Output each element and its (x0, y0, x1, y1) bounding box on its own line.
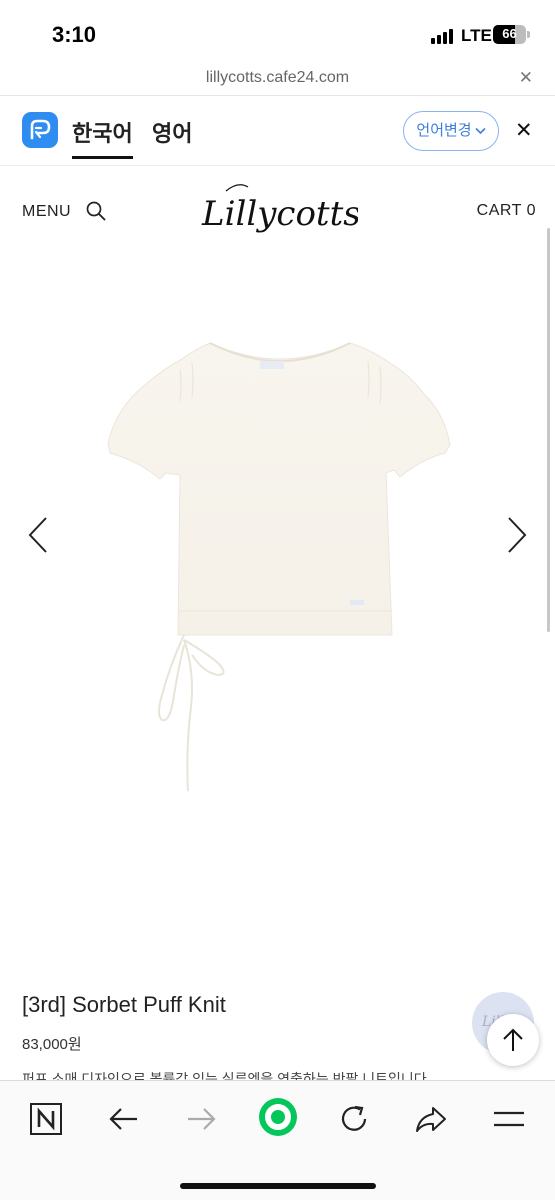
hamburger-menu-icon[interactable] (489, 1099, 529, 1139)
tab-korean[interactable]: 한국어 (72, 116, 133, 159)
product-price: 83,000원 (22, 1036, 82, 1053)
translate-close-icon[interactable]: ✕ (515, 118, 533, 143)
network-type: LTE (461, 26, 492, 45)
brand-logo[interactable]: Lillycotts (198, 179, 358, 241)
url-close-icon[interactable]: ✕ (519, 68, 533, 88)
refresh-icon[interactable] (334, 1099, 374, 1139)
green-circle-icon[interactable] (256, 1095, 300, 1139)
arrow-up-icon (503, 1028, 523, 1051)
back-arrow-icon[interactable] (104, 1099, 144, 1139)
search-icon[interactable] (85, 200, 107, 222)
status-time: 3:10 (52, 22, 97, 47)
browser-toolbar (0, 1080, 555, 1200)
url-bar[interactable]: lillycotts.cafe24.com ✕ (0, 64, 555, 96)
chevron-down-icon (475, 112, 486, 150)
scroll-to-top-button[interactable] (487, 1014, 539, 1066)
cell-signal-icon (431, 28, 457, 44)
share-icon[interactable] (411, 1099, 451, 1139)
battery-tip (527, 31, 530, 38)
cart-button[interactable]: CART 0 (477, 202, 536, 220)
home-indicator[interactable] (180, 1183, 376, 1189)
language-change-label: 언어변경 (416, 122, 472, 139)
battery-icon: 66 (493, 25, 526, 44)
translate-bar: 한국어 영어 언어변경 ✕ (0, 96, 555, 166)
svg-text:Lillycotts: Lillycotts (201, 194, 358, 234)
battery-level: 66 (502, 26, 517, 41)
product-image (107, 342, 451, 792)
status-bar: 3:10 LTE 66 (0, 0, 555, 64)
menu-button[interactable]: MENU (22, 203, 71, 221)
naver-n-icon[interactable] (26, 1099, 66, 1139)
previous-image-arrow-icon[interactable] (26, 515, 50, 555)
translate-app-icon (22, 112, 58, 148)
url-text[interactable]: lillycotts.cafe24.com (0, 69, 555, 87)
product-gallery (0, 253, 555, 963)
product-name: [3rd] Sorbet Puff Knit (22, 992, 226, 1017)
product-description: 퍼프 소매 디자인으로 볼륨감 있는 실루엣을 연출하는 반팔 니트입니다 (22, 1071, 427, 1080)
next-image-arrow-icon[interactable] (505, 515, 529, 555)
site-header: MENU Lillycotts CART 0 (0, 167, 555, 253)
tab-english[interactable]: 영어 (152, 116, 192, 148)
forward-arrow-icon[interactable] (181, 1099, 221, 1139)
language-change-button[interactable]: 언어변경 (403, 111, 499, 151)
